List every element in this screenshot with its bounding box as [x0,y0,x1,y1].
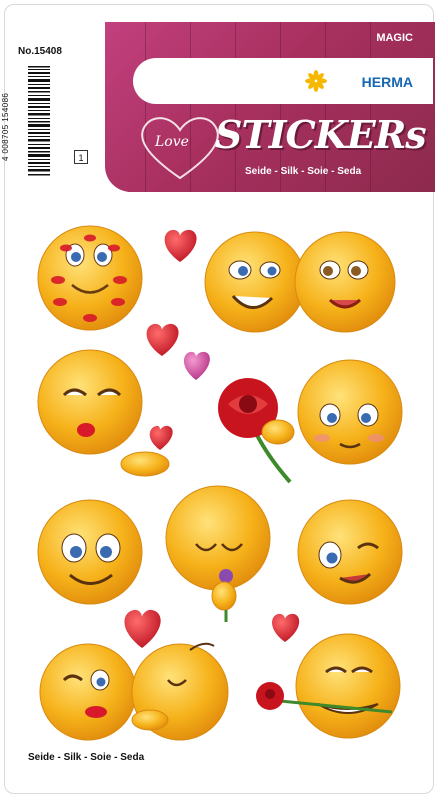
sticker-winking [297,499,403,605]
sticker-blowing-kiss [37,349,173,477]
sticker-rose-in-mouth [256,633,401,739]
sticker-artwork [37,225,403,741]
material-label-bottom: Seide - Silk - Soie - Seda [28,752,145,763]
sticker-red-rose [218,378,295,484]
sticker-shy-face [297,359,403,465]
sticker-couple-cheek [204,231,396,333]
sticker-smelling-flower [165,485,271,622]
red-heart [164,229,197,262]
sticker-kiss-marks-face [37,225,143,331]
sticker-couple-kiss [39,642,229,741]
red-heart [272,613,300,642]
sticker-sheet: No.15408 4 008705 154086 1 MAGIC HERMA L… [0,0,440,800]
red-heart [124,609,161,648]
pink-heart [183,351,210,380]
sticker-smiling-big-eyes [37,499,143,605]
red-heart [146,323,179,356]
